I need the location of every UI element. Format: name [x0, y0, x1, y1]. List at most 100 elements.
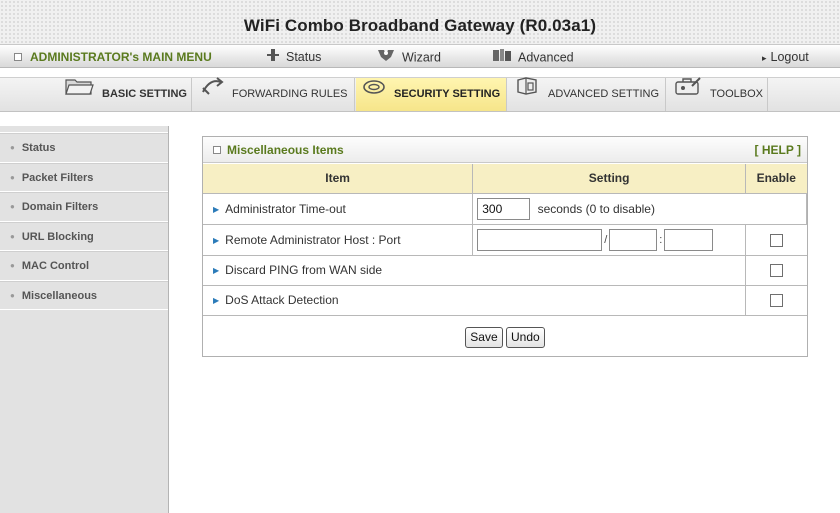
table-row: ▶ Administrator Time-out seconds (0 to di… [203, 192, 807, 225]
row-enable-cell [745, 223, 807, 256]
bullet-icon: ● [10, 172, 15, 182]
sidebar-item-label: Miscellaneous [21, 289, 98, 302]
logout-link[interactable]: ▸ Logout [762, 48, 809, 66]
tab-security-setting-label: SECURITY SETTING [394, 88, 501, 100]
remote-admin-enable-checkbox[interactable] [769, 233, 783, 247]
action-button-row: Save Undo [203, 319, 807, 357]
col-header-item: Item [203, 164, 474, 194]
tab-advanced-setting-label: ADVANCED SETTING [548, 88, 660, 100]
sidebar-item-label: Packet Filters [21, 171, 94, 184]
menu-advanced-link[interactable]: Advanced [492, 48, 574, 66]
tab-basic-setting[interactable]: BASIC SETTING [58, 78, 192, 111]
tab-toolbox[interactable]: TOOLBOX [668, 76, 768, 111]
sidebar-item-label: URL Blocking [21, 230, 94, 243]
discard-ping-label: Discard PING from WAN side [225, 263, 383, 277]
menu-wizard-link[interactable]: Wizard [376, 48, 441, 66]
toolbox-icon [674, 76, 702, 110]
tab-security-setting[interactable]: SECURITY SETTING [356, 78, 507, 111]
row-label-cell: ▶ DoS Attack Detection [203, 284, 747, 316]
security-icon [362, 77, 386, 110]
sidebar-item-packet-filters[interactable]: ● Packet Filters [0, 162, 168, 192]
sidebar-top-divider [0, 126, 168, 133]
folder-icon [64, 76, 94, 110]
col-header-setting: Setting [472, 164, 747, 194]
bullet-icon: ● [10, 261, 15, 271]
sidebar-item-label: Domain Filters [21, 201, 99, 213]
slash-separator: / [604, 233, 608, 246]
sidebar-item-mac-control[interactable]: ● MAC Control [0, 251, 168, 281]
bullet-icon: ● [10, 143, 15, 153]
triangle-bullet-icon: ▶ [213, 266, 220, 276]
dos-detection-label: DoS Attack Detection [225, 293, 339, 307]
row-label-cell: ▶ Remote Administrator Host : Port [203, 223, 474, 256]
admin-main-menu-label: ADMINISTRATOR's MAIN MENU [14, 48, 212, 66]
settings-tab-bar: BASIC SETTING FORWARDING RULES SECURITY … [0, 77, 840, 112]
bullet-icon: ● [10, 202, 15, 212]
help-link[interactable]: [ HELP ] [755, 143, 801, 157]
status-icon [266, 48, 280, 67]
row-setting-cell: seconds (0 to disable) [472, 192, 807, 225]
sidebar-item-miscellaneous[interactable]: ● Miscellaneous [0, 280, 168, 310]
row-setting-cell: /: [472, 223, 747, 256]
remote-mask-input[interactable] [609, 228, 658, 251]
menu-spacer [0, 69, 840, 77]
bullet-icon: ● [10, 290, 15, 300]
save-button[interactable]: Save [465, 327, 503, 348]
admin-timeout-input[interactable] [477, 197, 531, 220]
table-row: ▶ Discard PING from WAN side [203, 254, 807, 286]
colon-separator: : [659, 233, 663, 246]
menu-status-label: Status [286, 50, 322, 64]
row-label-cell: ▶ Discard PING from WAN side [203, 254, 747, 286]
remote-port-input[interactable] [664, 228, 714, 251]
tab-basic-setting-label: BASIC SETTING [102, 88, 187, 100]
table-row: ▶ Remote Administrator Host : Port /: [203, 223, 807, 256]
triangle-bullet-icon: ▶ [213, 204, 220, 214]
undo-button[interactable]: Undo [506, 327, 545, 348]
tab-advanced-setting[interactable]: ADVANCED SETTING [508, 76, 666, 111]
sidebar-item-status[interactable]: ● Status [0, 133, 168, 163]
discard-ping-checkbox[interactable] [769, 264, 783, 278]
menu-status-link[interactable]: Status [266, 48, 321, 66]
admin-timeout-suffix: seconds (0 to disable) [537, 201, 655, 216]
arrow-right-icon: ▸ [762, 52, 767, 63]
dos-detection-checkbox[interactable] [769, 294, 783, 308]
col-header-enable: Enable [745, 164, 807, 194]
tab-toolbox-label: TOOLBOX [710, 88, 763, 100]
tab-forwarding-rules[interactable]: FORWARDING RULES [194, 76, 355, 111]
sidebar-item-label: MAC Control [21, 260, 90, 272]
panel-header: Miscellaneous Items [ HELP ] [203, 137, 807, 163]
bullet-icon: ● [10, 231, 15, 241]
panel-title: Miscellaneous Items [213, 143, 344, 157]
table-row: ▶ DoS Attack Detection [203, 284, 807, 316]
row-enable-cell [745, 254, 807, 286]
forwarding-icon [200, 76, 224, 110]
sidebar-item-domain-filters[interactable]: ● Domain Filters [0, 192, 168, 222]
row-label-cell: ▶ Administrator Time-out [203, 192, 474, 225]
sidebar-item-label: Status [21, 142, 56, 154]
misc-items-table: Item Setting Enable ▶ Administrator Time-… [203, 164, 807, 316]
remote-host-input[interactable] [477, 228, 603, 251]
main-menu-bar: ADMINISTRATOR's MAIN MENU Status Wizard … [0, 44, 840, 68]
page-title: WiFi Combo Broadband Gateway (R0.03a1) [243, 16, 597, 35]
title-band: WiFi Combo Broadband Gateway (R0.03a1) [0, 0, 840, 44]
sidebar: ● Status ● Packet Filters ● Domain Filters … [0, 126, 169, 513]
square-bullet-icon [14, 52, 22, 61]
advanced-setting-icon [514, 76, 540, 110]
tab-forwarding-rules-label: FORWARDING RULES [232, 88, 348, 100]
triangle-bullet-icon: ▶ [213, 296, 220, 306]
row-enable-cell [745, 284, 807, 316]
menu-advanced-label: Advanced [518, 50, 574, 65]
panel-title-text: Miscellaneous Items [227, 143, 344, 157]
admin-main-menu-text: ADMINISTRATOR's MAIN MENU [30, 50, 212, 64]
wizard-icon [376, 48, 396, 68]
advanced-icon [492, 48, 512, 68]
remote-admin-label: Remote Administrator Host : Port [225, 232, 401, 247]
table-header-row: Item Setting Enable [203, 164, 807, 194]
miscellaneous-panel: Miscellaneous Items [ HELP ] Item Settin… [202, 136, 808, 357]
admin-timeout-label: Administrator Time-out [225, 201, 346, 216]
logout-label: Logout [770, 50, 809, 64]
sidebar-item-url-blocking[interactable]: ● URL Blocking [0, 221, 168, 251]
triangle-bullet-icon: ▶ [213, 235, 220, 245]
menu-wizard-label: Wizard [402, 50, 441, 65]
square-bullet-icon [213, 145, 221, 154]
